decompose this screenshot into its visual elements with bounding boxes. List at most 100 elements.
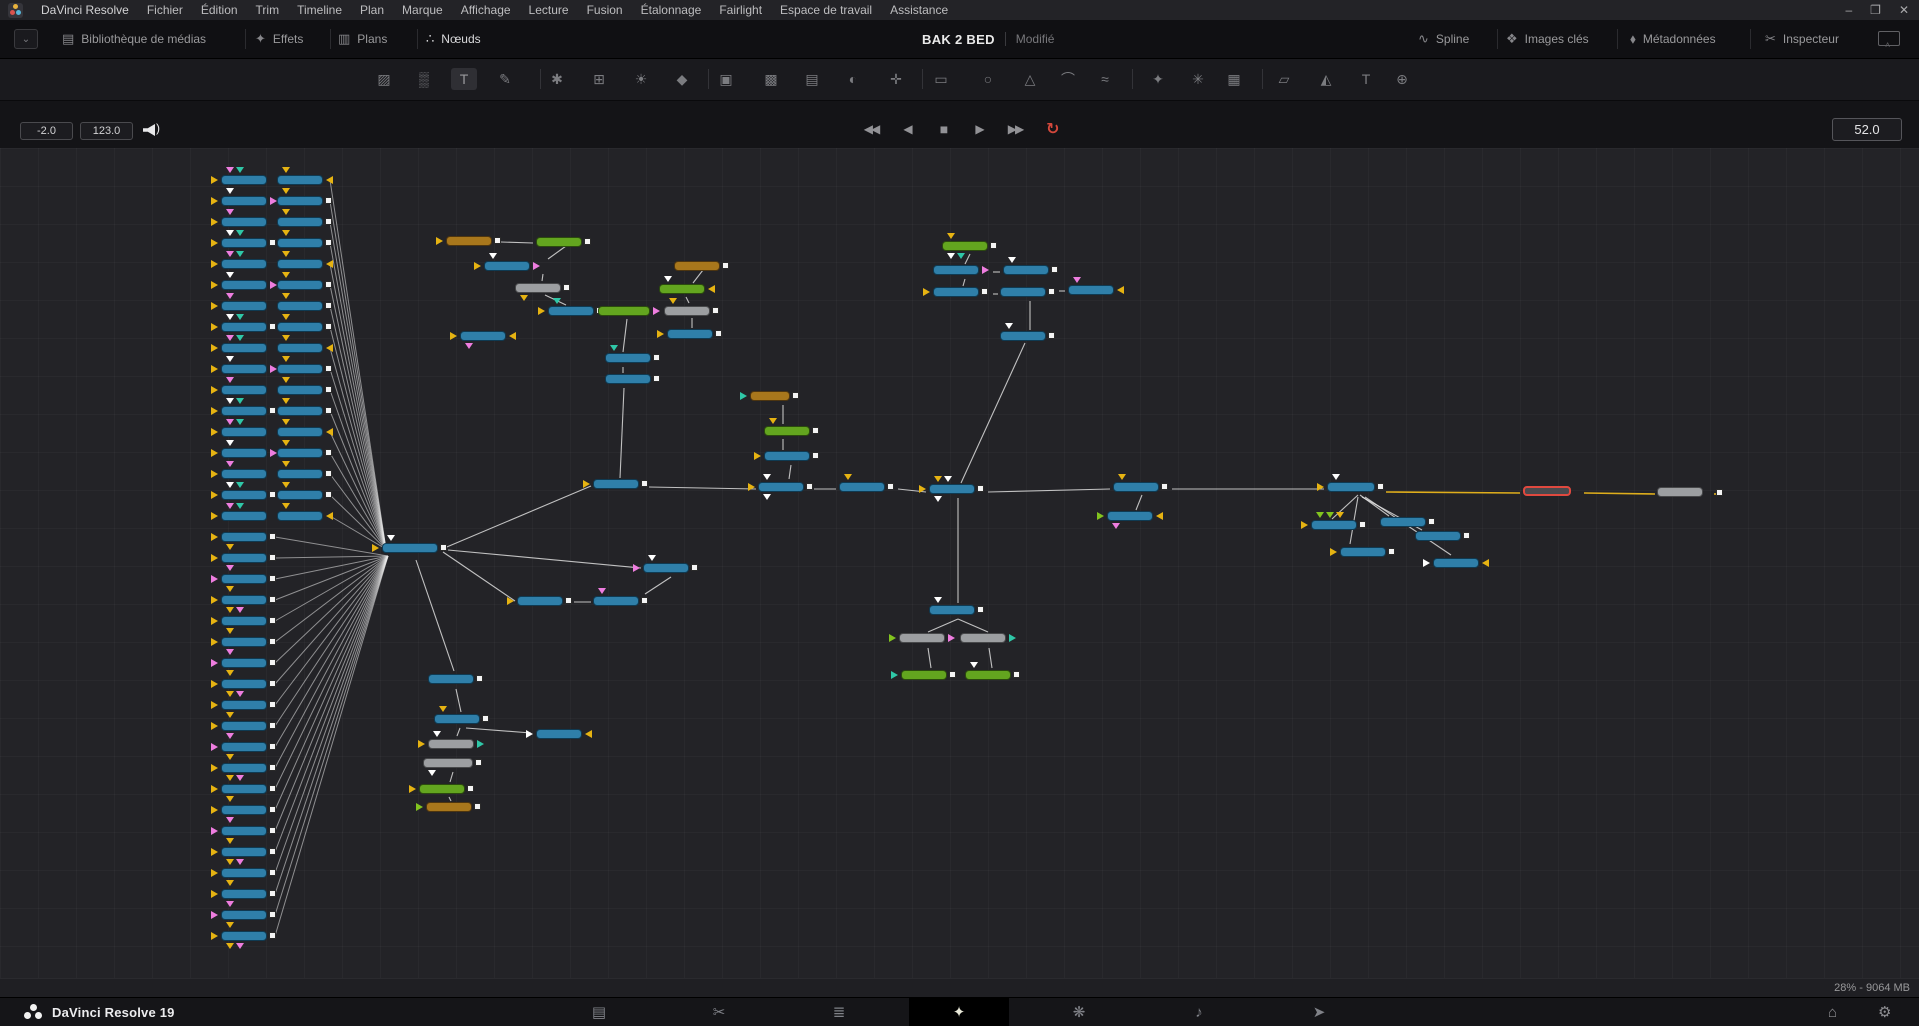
menu-item--dition[interactable]: Édition <box>192 0 247 20</box>
node[interactable] <box>221 343 267 353</box>
first-frame-button[interactable]: ◀◀ <box>860 122 882 136</box>
node-connector-marker[interactable] <box>282 230 290 236</box>
transform-tool-icon[interactable]: ✛ <box>883 68 909 90</box>
node-connector-marker[interactable] <box>1156 512 1163 520</box>
node-output-square[interactable] <box>467 785 474 792</box>
merge-behind-tool-icon[interactable]: ▩ <box>758 68 784 90</box>
node[interactable] <box>434 714 480 724</box>
node-connector-marker[interactable] <box>934 496 942 502</box>
node-connector-marker[interactable] <box>226 167 234 173</box>
node-connector-marker[interactable] <box>226 607 234 613</box>
node-output-square[interactable] <box>325 281 332 288</box>
node-connector-marker[interactable] <box>211 554 218 562</box>
paint-tool-icon[interactable]: ✎ <box>492 68 518 90</box>
node-connector-marker[interactable] <box>934 476 942 482</box>
stop-button[interactable]: ■ <box>932 121 954 137</box>
node-connector-marker[interactable] <box>1317 483 1324 491</box>
node-connector-marker[interactable] <box>270 197 277 205</box>
node-connector-marker[interactable] <box>226 251 234 257</box>
close-button[interactable]: ✕ <box>1899 3 1909 17</box>
node[interactable] <box>221 910 267 920</box>
page-button-media[interactable]: ▤ <box>549 998 649 1026</box>
node-connector-marker[interactable] <box>211 512 218 520</box>
node[interactable] <box>221 826 267 836</box>
node-connector-marker[interactable] <box>226 419 234 425</box>
node-output-square[interactable] <box>990 242 997 249</box>
node[interactable] <box>942 241 988 251</box>
node[interactable] <box>221 259 267 269</box>
node-connector-marker[interactable] <box>236 335 244 341</box>
node[interactable] <box>277 301 323 311</box>
mask-apply-tool-icon[interactable]: ◐ <box>840 68 866 90</box>
node-connector-marker[interactable] <box>436 237 443 245</box>
node[interactable] <box>221 847 267 857</box>
node-output-square[interactable] <box>269 701 276 708</box>
node[interactable] <box>764 426 810 436</box>
toolbar-button-keyframes[interactable]: ❖Images clés <box>1506 20 1589 58</box>
node-output-square[interactable] <box>653 375 660 382</box>
node-connector-marker[interactable] <box>653 307 660 315</box>
node-connector-marker[interactable] <box>211 386 218 394</box>
node-connector-marker[interactable] <box>282 482 290 488</box>
node[interactable] <box>277 448 323 458</box>
node[interactable] <box>277 280 323 290</box>
node[interactable] <box>933 287 979 297</box>
node-connector-marker[interactable] <box>919 485 926 493</box>
node[interactable] <box>221 322 267 332</box>
node-connector-marker[interactable] <box>1330 548 1337 556</box>
node-output-square[interactable] <box>269 491 276 498</box>
node-output-square[interactable] <box>1463 532 1470 539</box>
node-connector-marker[interactable] <box>282 503 290 509</box>
node-connector-marker[interactable] <box>1332 474 1340 480</box>
node[interactable] <box>1311 520 1357 530</box>
toolbar-button-metadata[interactable]: ⬧Métadonnées <box>1630 20 1716 58</box>
node[interactable] <box>423 758 473 768</box>
node[interactable] <box>221 721 267 731</box>
toolbar-button-nodes[interactable]: ∴Nœuds <box>426 20 481 58</box>
node-output-square[interactable] <box>475 759 482 766</box>
node-output-square[interactable] <box>269 554 276 561</box>
node-connector-marker[interactable] <box>211 239 218 247</box>
node[interactable] <box>598 306 650 316</box>
menu-item-espace-de-travail[interactable]: Espace de travail <box>771 0 881 20</box>
node[interactable] <box>221 406 267 416</box>
node[interactable] <box>446 236 492 246</box>
audio-mute-icon[interactable]: ) <box>143 123 165 138</box>
node-output-square[interactable] <box>325 302 332 309</box>
node-connector-marker[interactable] <box>226 482 234 488</box>
node-output-square[interactable] <box>565 597 572 604</box>
toolbar-button-media-pool[interactable]: ▤Bibliothèque de médias <box>62 20 206 58</box>
node[interactable] <box>965 670 1011 680</box>
node-output-square[interactable] <box>325 323 332 330</box>
node-connector-marker[interactable] <box>754 452 761 460</box>
menu-item-fichier[interactable]: Fichier <box>138 0 192 20</box>
node[interactable] <box>1327 482 1375 492</box>
node-connector-marker[interactable] <box>226 733 234 739</box>
node[interactable] <box>643 563 689 573</box>
node[interactable] <box>221 805 267 815</box>
node-connector-marker[interactable] <box>270 449 277 457</box>
node-connector-marker[interactable] <box>226 188 234 194</box>
node-output-square[interactable] <box>792 392 799 399</box>
menu-item-lecture[interactable]: Lecture <box>520 0 578 20</box>
node-output-square[interactable] <box>812 452 819 459</box>
node-connector-marker[interactable] <box>236 859 244 865</box>
node-connector-marker[interactable] <box>226 859 234 865</box>
node-connector-marker[interactable] <box>282 272 290 278</box>
node-output-square[interactable] <box>981 288 988 295</box>
image-plane-3d-tool-icon[interactable]: ▱ <box>1271 68 1297 90</box>
node-output-square[interactable] <box>1377 483 1384 490</box>
node-connector-marker[interactable] <box>538 307 545 315</box>
node-connector-marker[interactable] <box>226 901 234 907</box>
node[interactable] <box>277 259 323 269</box>
node[interactable] <box>674 261 720 271</box>
node[interactable] <box>221 637 267 647</box>
node-output-square[interactable] <box>269 638 276 645</box>
node-connector-marker[interactable] <box>236 503 244 509</box>
node-connector-marker[interactable] <box>211 890 218 898</box>
node-connector-marker[interactable] <box>598 588 606 594</box>
node-connector-marker[interactable] <box>282 209 290 215</box>
node-connector-marker[interactable] <box>226 628 234 634</box>
node[interactable] <box>221 469 267 479</box>
menu-item-fusion[interactable]: Fusion <box>578 0 632 20</box>
